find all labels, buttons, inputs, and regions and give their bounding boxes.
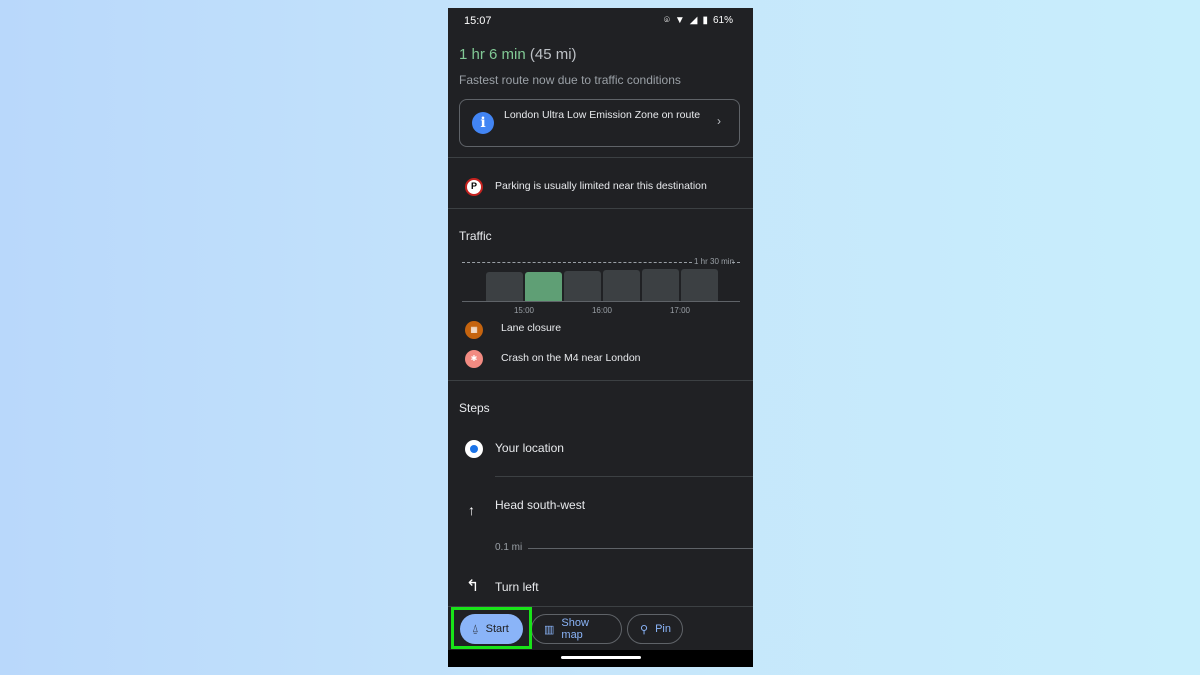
wifi-icon: ▼ xyxy=(674,15,685,26)
turn-left-icon: ↰ xyxy=(466,578,480,595)
battery-icon: ▮ xyxy=(702,15,708,26)
parking-icon: P xyxy=(465,178,483,196)
alert-text: London Ultra Low Emission Zone on route xyxy=(504,109,701,121)
show-map-button[interactable]: ▥ Show map xyxy=(531,614,622,644)
reference-line xyxy=(462,262,692,263)
phone-screen: 15:07 ⌾ ▼ ◢ ▮ 61% 1 hr 6 min (45 mi) Fas… xyxy=(448,8,753,667)
divider xyxy=(448,380,753,381)
traffic-bar[interactable] xyxy=(603,270,640,301)
ulez-alert-card[interactable]: i London Ultra Low Emission Zone on rout… xyxy=(459,99,740,147)
tick-label: 16:00 xyxy=(591,306,613,315)
step-text: Your location xyxy=(495,441,564,455)
chevron-right-icon: › xyxy=(717,114,721,128)
home-indicator[interactable] xyxy=(560,656,641,659)
route-summary: 1 hr 6 min (45 mi) xyxy=(459,46,577,63)
route-subtitle: Fastest route now due to traffic conditi… xyxy=(459,73,681,87)
location-dot-icon xyxy=(465,440,483,458)
nav-bar xyxy=(448,650,753,667)
steps-heading: Steps xyxy=(459,401,490,415)
reference-line-end xyxy=(732,262,740,263)
lane-closure-icon: ▦ xyxy=(465,321,483,339)
traffic-bar[interactable] xyxy=(681,268,718,301)
divider xyxy=(528,548,753,549)
parking-text: Parking is usually limited near this des… xyxy=(495,180,707,192)
step-distance: 0.1 mi xyxy=(495,542,523,553)
traffic-bar[interactable] xyxy=(564,271,601,301)
show-map-label: Show map xyxy=(561,617,589,641)
signal-icon: ◢ xyxy=(689,15,698,26)
traffic-bar[interactable] xyxy=(525,272,562,301)
distance: (45 mi) xyxy=(529,46,577,63)
divider xyxy=(495,476,753,477)
pin-button[interactable]: ⚲ Pin xyxy=(627,614,683,644)
divider xyxy=(448,157,753,158)
incident-text: Lane closure xyxy=(501,322,562,334)
arrow-up-icon: ↑ xyxy=(468,502,475,518)
step-text: Turn left xyxy=(495,580,539,594)
battery-percent: 61% xyxy=(712,15,733,26)
traffic-bar[interactable] xyxy=(486,271,523,301)
tick-label: 15:00 xyxy=(513,306,535,315)
highlight-box xyxy=(451,607,532,649)
traffic-heading: Traffic xyxy=(459,229,492,243)
location-icon: ⌾ xyxy=(663,15,670,26)
duration: 1 hr 6 min xyxy=(459,46,526,63)
status-icons: ⌾ ▼ ◢ ▮ 61% xyxy=(664,15,733,26)
tick-label: 17:00 xyxy=(669,306,691,315)
reference-label: 1 hr 30 min xyxy=(694,257,735,266)
pin-icon: ⚲ xyxy=(640,623,649,636)
info-icon: i xyxy=(472,112,494,134)
baseline xyxy=(462,301,740,302)
incident-text: Crash on the M4 near London xyxy=(501,352,641,364)
pin-label: Pin xyxy=(655,623,671,635)
crash-icon: ✱ xyxy=(465,350,483,368)
traffic-chart: 1 hr 30 min 15:00 16:00 17:00 xyxy=(462,253,742,323)
map-icon: ▥ xyxy=(544,623,555,636)
step-text: Head south-west xyxy=(495,498,586,512)
traffic-bar[interactable] xyxy=(642,269,679,301)
divider xyxy=(448,208,753,209)
status-time: 15:07 xyxy=(464,15,492,27)
